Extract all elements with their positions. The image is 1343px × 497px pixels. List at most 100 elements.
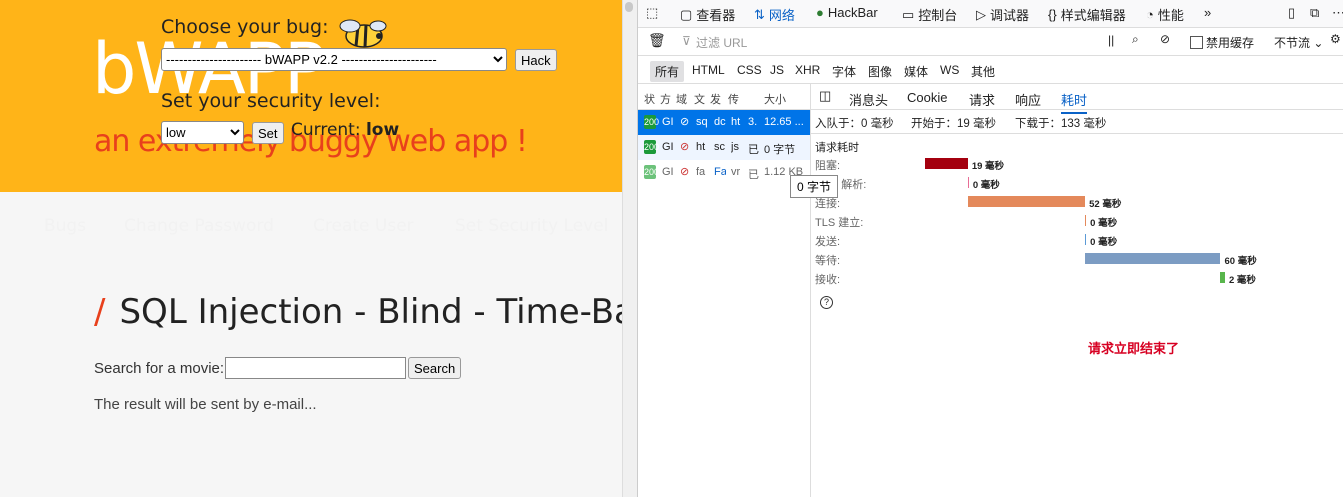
type-image[interactable]: 图像 (868, 63, 892, 80)
request-row[interactable]: 200 GI ⊘ ht sc js 已 0 字节 (638, 135, 810, 160)
block-icon[interactable]: ⊘ (1160, 32, 1170, 46)
current-level-label: Current: (291, 120, 361, 140)
split-console-icon[interactable]: ⧉ (1310, 5, 1319, 21)
gauge-icon: ◔ (1146, 7, 1154, 22)
sidebar-toggle-icon[interactable]: ◫ (819, 88, 831, 104)
col-transferred[interactable]: 传 (728, 91, 739, 107)
search-input[interactable] (225, 357, 406, 379)
filter-icon: ⊽ (682, 34, 691, 48)
request-row[interactable]: 200 GI ⊘ sq dc ht 3. 12.65 ... (638, 110, 810, 135)
type-html[interactable]: HTML (692, 63, 725, 77)
col-method[interactable]: 方 (660, 91, 671, 107)
result-text: The result will be sent by e-mail... (94, 396, 317, 413)
request-list: 状 方 域 文 发 传 大小 200 GI ⊘ sq dc ht 3. 12.6… (638, 84, 811, 497)
type-ws[interactable]: WS (940, 63, 959, 77)
pick-element-icon[interactable]: ⬚ (646, 5, 658, 21)
throttle-select[interactable]: 不节流 ⌄ (1274, 34, 1323, 51)
lock-off-icon: ⊘ (680, 166, 690, 178)
detail-tabs: ◫ 消息头 Cookie 请求 响应 耗时 (811, 84, 1343, 114)
current-level-value: low (365, 120, 400, 140)
choose-bug-label: Choose your bug: (161, 16, 329, 38)
bug-select[interactable]: ---------------------- bWAPP v2.2 ------… (161, 48, 507, 71)
checkbox-box (1190, 36, 1203, 49)
timing-label: 等待: (815, 255, 841, 267)
trash-icon[interactable]: 🗑 (648, 32, 666, 49)
timing-value: 0 毫秒 (1090, 237, 1118, 248)
timing-bar (1085, 215, 1087, 226)
col-file[interactable]: 文 (694, 91, 705, 107)
menu-bugs[interactable]: Bugs (44, 216, 86, 236)
inspector-icon: ▢ (680, 6, 693, 22)
timing-label: 接收: (815, 274, 841, 286)
bee-icon (339, 19, 387, 48)
type-other[interactable]: 其他 (971, 63, 995, 80)
disable-cache-checkbox[interactable]: 禁用缓存 (1190, 34, 1254, 51)
type-xhr[interactable]: XHR (795, 63, 820, 77)
search-icon[interactable]: ⌕ (1132, 32, 1139, 47)
timing-value: 0 毫秒 (1090, 218, 1118, 229)
tab-console[interactable]: ▭ 控制台 (902, 5, 957, 24)
more-tabs-icon[interactable]: » (1204, 5, 1211, 20)
page-title: / SQL Injection - Blind - Time-Based (94, 292, 622, 332)
tab-inspector[interactable]: ▢ 查看器 (680, 5, 735, 24)
scrollbar-thumb[interactable] (625, 2, 633, 12)
tab-debugger[interactable]: ▷ 调试器 (976, 5, 1029, 24)
page-title-text: SQL Injection - Blind - Time-Based (119, 292, 622, 332)
tab-request[interactable]: 请求 (969, 90, 995, 109)
status-badge: 200 (644, 140, 660, 154)
hack-button[interactable]: Hack (515, 49, 557, 71)
timing-label: 发送: (815, 236, 841, 248)
page-scrollbar[interactable] (622, 0, 638, 497)
timing-value: 19 毫秒 (971, 161, 1005, 172)
type-css[interactable]: CSS (737, 63, 762, 77)
queued-time: 入队于：0 毫秒 (815, 118, 894, 130)
timing-bar (967, 196, 1086, 207)
filter-url-input[interactable]: 过滤 URL (696, 34, 747, 51)
status-badge: 200 (644, 115, 660, 129)
tab-cookie[interactable]: Cookie (907, 90, 947, 105)
timing-label: 阻塞: (815, 160, 841, 172)
pause-icon[interactable]: || (1108, 33, 1114, 47)
status-badge: 200 (644, 165, 660, 179)
type-all[interactable]: 所有 (650, 61, 685, 82)
col-initiator[interactable]: 发 (710, 91, 721, 107)
hackbar-icon: ● (816, 5, 824, 20)
tab-network[interactable]: ⇅ 网络 (754, 5, 795, 24)
timing-bar (925, 158, 968, 169)
timing-value: 2 毫秒 (1229, 275, 1256, 286)
search-button[interactable]: Search (408, 357, 462, 379)
col-domain[interactable]: 域 (676, 91, 687, 107)
timing-bar (1220, 272, 1225, 283)
dock-icon[interactable]: ▯ (1288, 5, 1295, 21)
tab-headers[interactable]: 消息头 (849, 90, 888, 109)
col-size[interactable]: 大小 (764, 91, 786, 107)
menu-create-user[interactable]: Create User (313, 216, 414, 236)
network-settings-icon[interactable]: ⚙ (1330, 32, 1341, 46)
current-level: Current: low (291, 120, 399, 140)
col-status[interactable]: 状 (644, 91, 655, 107)
devtools-menu-icon[interactable]: ⋯ (1332, 5, 1343, 21)
type-filter-bar: 所有 HTML CSS JS XHR 字体 图像 媒体 WS 其他 (638, 56, 1343, 84)
timing-value: 0 毫秒 (972, 180, 1000, 191)
help-icon[interactable]: ? (820, 296, 833, 309)
timing-value: 60 毫秒 (1224, 256, 1257, 267)
bwapp-header: bWAPP an extremely buggy web app ! Choos… (0, 0, 622, 192)
search-label: Search for a movie: (94, 360, 225, 377)
timing-section-title: 请求耗时 (815, 142, 859, 154)
menu-change-password[interactable]: Change Password (124, 216, 274, 236)
lock-off-icon: ⊘ (680, 116, 690, 128)
menu-set-security-level[interactable]: Set Security Level (455, 216, 608, 236)
lock-off-icon: ⊘ (680, 141, 690, 153)
type-js[interactable]: JS (770, 63, 784, 77)
security-level-select[interactable]: low (161, 121, 244, 144)
set-button[interactable]: Set (252, 122, 284, 144)
braces-icon: {} (1048, 7, 1057, 22)
tab-response[interactable]: 响应 (1015, 90, 1041, 109)
request-row[interactable]: 200 GI ⊘ fa Fa vr 已 1.12 KB (638, 160, 810, 185)
tab-hackbar[interactable]: ● HackBar (816, 5, 878, 20)
type-font[interactable]: 字体 (832, 63, 856, 80)
timing-bar (967, 177, 969, 188)
tab-performance[interactable]: ◔ 性能 (1146, 5, 1184, 24)
tab-style-editor[interactable]: {} 样式编辑器 (1048, 5, 1126, 24)
type-media[interactable]: 媒体 (904, 63, 928, 80)
